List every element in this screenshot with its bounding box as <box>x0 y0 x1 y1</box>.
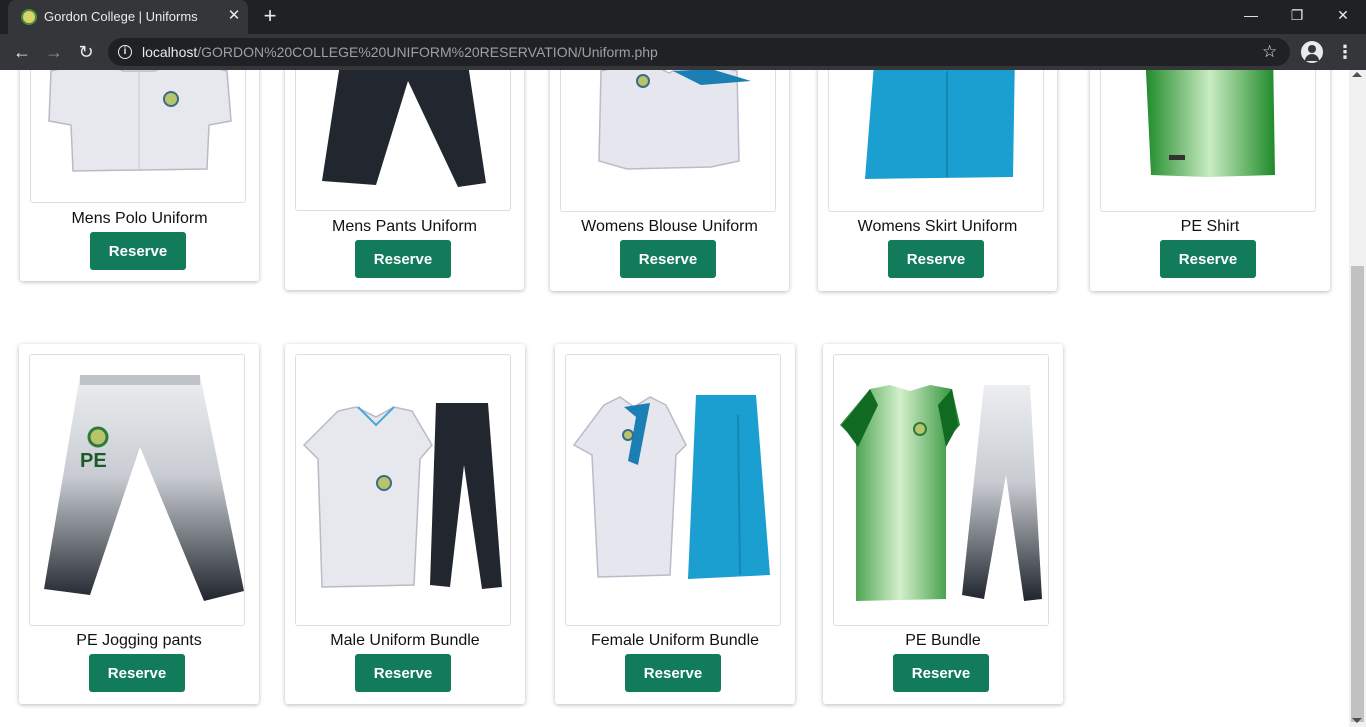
reserve-button[interactable]: Reserve <box>893 654 989 692</box>
svg-text:PE: PE <box>80 450 107 472</box>
scroll-down-arrow-icon[interactable] <box>1352 718 1362 723</box>
reserve-button[interactable]: Reserve <box>625 654 721 692</box>
jogging-pants-icon: PE <box>44 375 244 601</box>
reserve-button[interactable]: Reserve <box>620 240 716 278</box>
skirt-icon <box>865 70 1015 179</box>
product-image <box>833 354 1049 626</box>
product-image <box>1100 70 1316 212</box>
address-bar[interactable]: i localhost/GORDON%20COLLEGE%20UNIFORM%2… <box>108 38 1290 66</box>
product-card: PE Bundle Reserve <box>823 344 1063 704</box>
close-tab-icon[interactable]: ✕ <box>224 6 244 26</box>
product-card: Womens Blouse Uniform Reserve <box>550 70 789 291</box>
product-name: PE Shirt <box>1180 218 1240 235</box>
url-host: localhost <box>142 44 198 60</box>
scroll-up-arrow-icon[interactable] <box>1352 72 1362 77</box>
product-name: Male Uniform Bundle <box>330 632 480 649</box>
product-card: Male Uniform Bundle Reserve <box>285 344 525 704</box>
pants-icon <box>322 70 486 187</box>
reserve-button[interactable]: Reserve <box>90 232 186 270</box>
product-name: Womens Blouse Uniform <box>581 218 758 235</box>
product-image <box>565 354 781 626</box>
browser-tab-strip: Gordon College | Uniforms ✕ + — ❐ ✕ <box>0 0 1366 34</box>
product-name: Female Uniform Bundle <box>590 632 760 649</box>
product-image <box>30 70 246 203</box>
reserve-button[interactable]: Reserve <box>1160 240 1256 278</box>
restore-icon[interactable]: ❐ <box>1274 0 1320 30</box>
product-card: PE PE Jogging pants Reserve <box>19 344 259 704</box>
product-card: Female Uniform Bundle Reserve <box>555 344 795 704</box>
male-bundle-icon <box>302 403 502 589</box>
reload-icon[interactable]: ↻ <box>74 40 98 64</box>
product-card: Mens Polo Uniform Reserve <box>20 70 259 281</box>
college-logo-icon <box>21 9 37 25</box>
blouse-icon <box>598 70 751 170</box>
product-card: PE Shirt Reserve <box>1090 70 1330 291</box>
reserve-button[interactable]: Reserve <box>888 240 984 278</box>
window-close-icon[interactable]: ✕ <box>1320 0 1366 30</box>
product-name: Mens Pants Uniform <box>332 218 477 235</box>
product-image <box>295 354 511 626</box>
product-name: PE Bundle <box>905 632 981 649</box>
minimize-icon[interactable]: — <box>1228 0 1274 30</box>
new-tab-icon[interactable]: + <box>258 5 282 29</box>
polo-shirt-icon <box>48 70 232 172</box>
pe-shirt-icon <box>1145 70 1275 177</box>
browser-toolbar: ← → ↻ i localhost/GORDON%20COLLEGE%20UNI… <box>0 34 1366 70</box>
product-card: Mens Pants Uniform Reserve <box>285 70 524 290</box>
product-card: Womens Skirt Uniform Reserve <box>818 70 1057 291</box>
product-name: PE Jogging pants <box>76 632 202 649</box>
female-bundle-icon <box>572 395 770 579</box>
product-image <box>560 70 776 212</box>
browser-menu-icon[interactable]: ⋮ <box>1336 40 1354 64</box>
reserve-button[interactable]: Reserve <box>89 654 185 692</box>
tab-title: Gordon College | Uniforms <box>44 9 198 24</box>
product-name: Mens Polo Uniform <box>71 210 208 227</box>
back-icon[interactable]: ← <box>10 40 34 64</box>
reserve-button[interactable]: Reserve <box>355 240 451 278</box>
site-info-icon[interactable]: i <box>118 45 132 59</box>
pe-bundle-icon <box>840 385 1042 601</box>
product-image <box>828 70 1044 212</box>
browser-tab[interactable]: Gordon College | Uniforms ✕ <box>8 0 248 34</box>
profile-avatar-icon[interactable] <box>1301 41 1323 63</box>
reserve-button[interactable]: Reserve <box>355 654 451 692</box>
url-path: /GORDON%20COLLEGE%20UNIFORM%20RESERVATIO… <box>197 44 658 60</box>
forward-icon[interactable]: → <box>42 40 66 64</box>
bookmark-star-icon[interactable]: ☆ <box>1262 41 1277 63</box>
product-name: Womens Skirt Uniform <box>857 218 1018 235</box>
scrollbar-thumb[interactable] <box>1351 266 1364 722</box>
page-viewport: Mens Polo Uniform Reserve Mens Pants Uni… <box>0 70 1349 727</box>
url-text[interactable]: localhost/GORDON%20COLLEGE%20UNIFORM%20R… <box>142 44 658 60</box>
page-scrollbar[interactable] <box>1349 70 1366 727</box>
product-image <box>295 70 511 211</box>
product-image: PE <box>29 354 245 626</box>
